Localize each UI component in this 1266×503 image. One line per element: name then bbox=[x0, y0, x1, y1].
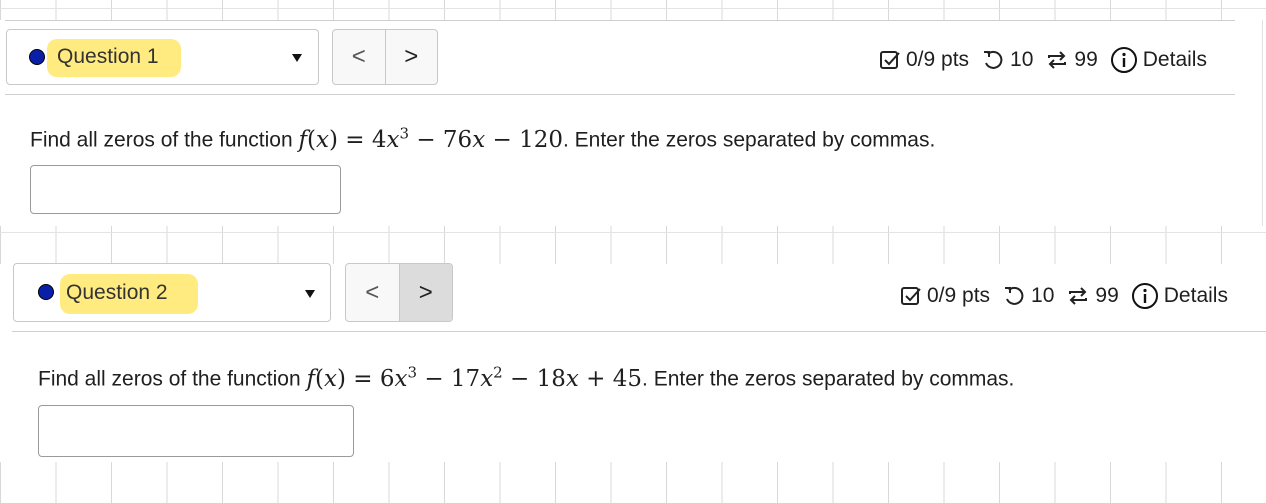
checkbox-icon bbox=[880, 51, 900, 69]
prompt-text-after: . Enter the zeros separated by commas. bbox=[562, 128, 936, 152]
dropdown-caret-icon bbox=[292, 54, 302, 62]
previous-question-button[interactable]: < bbox=[346, 264, 399, 321]
question-label: Question 2 bbox=[66, 281, 168, 304]
question-nav: < > bbox=[345, 263, 453, 322]
next-question-button[interactable]: > bbox=[398, 264, 452, 321]
dropdown-caret-icon bbox=[305, 290, 315, 298]
question-meta: 0/9 pts 10 99 Details bbox=[879, 46, 1207, 74]
retries-count: 10 bbox=[1031, 284, 1055, 307]
question-selector[interactable]: Question 2 bbox=[13, 263, 331, 322]
points-indicator: 0/9 pts bbox=[879, 48, 969, 72]
question-prompt: Find all zeros of the function f(x) = 6x… bbox=[38, 363, 1014, 392]
retries-count: 10 bbox=[1010, 48, 1034, 71]
question-nav: < > bbox=[332, 29, 438, 85]
retry-icon bbox=[1005, 286, 1024, 305]
submissions-count: 99 bbox=[1074, 48, 1098, 71]
next-question-button[interactable]: > bbox=[384, 30, 438, 84]
question-prompt: Find all zeros of the function f(x) = 4x… bbox=[30, 124, 935, 153]
status-dot-icon bbox=[29, 49, 45, 65]
checkbox-icon bbox=[901, 287, 921, 305]
function-formula: f(x) = 4x3 − 76x − 120 bbox=[298, 124, 563, 153]
question-label: Question 1 bbox=[57, 45, 159, 68]
question-selector[interactable]: Question 1 bbox=[6, 29, 319, 85]
info-icon bbox=[1131, 283, 1158, 309]
prompt-text-before: Find all zeros of the function bbox=[38, 367, 301, 391]
status-dot-icon bbox=[38, 284, 54, 300]
retries-indicator: 10 bbox=[981, 48, 1033, 72]
previous-question-button[interactable]: < bbox=[333, 30, 385, 84]
grid-line bbox=[0, 232, 1266, 233]
submissions-count: 99 bbox=[1095, 284, 1119, 307]
question-header-top-rule bbox=[5, 20, 1235, 21]
question-header-bottom-rule bbox=[5, 94, 1235, 95]
submissions-icon bbox=[1048, 51, 1067, 69]
question-header-bottom-rule bbox=[12, 331, 1266, 332]
points-indicator: 0/9 pts bbox=[900, 284, 990, 308]
background-grid-bottom bbox=[0, 462, 1266, 503]
details-label: Details bbox=[1163, 284, 1228, 307]
details-label: Details bbox=[1142, 48, 1207, 71]
prompt-text-before: Find all zeros of the function bbox=[30, 128, 293, 152]
points-text: 0/9 pts bbox=[906, 48, 970, 71]
question-meta: 0/9 pts 10 99 Details bbox=[900, 282, 1228, 310]
answer-input[interactable] bbox=[30, 165, 341, 214]
prompt-text-after: . Enter the zeros separated by commas. bbox=[642, 367, 1015, 391]
function-formula: f(x) = 6x3 − 17x2 − 18x + 45 bbox=[306, 363, 643, 392]
info-icon bbox=[1110, 47, 1137, 73]
answer-input[interactable] bbox=[38, 405, 354, 457]
details-link[interactable]: Details bbox=[1131, 282, 1228, 310]
submissions-indicator: 99 bbox=[1045, 48, 1098, 72]
retry-icon bbox=[984, 50, 1003, 69]
submissions-indicator: 99 bbox=[1066, 284, 1119, 308]
points-text: 0/9 pts bbox=[927, 284, 991, 307]
grid-line bbox=[0, 8, 1266, 9]
details-link[interactable]: Details bbox=[1110, 46, 1207, 74]
retries-indicator: 10 bbox=[1002, 284, 1054, 308]
submissions-icon bbox=[1069, 287, 1088, 305]
background-grid-top bbox=[0, 0, 1266, 20]
grid-line bbox=[1262, 20, 1263, 226]
